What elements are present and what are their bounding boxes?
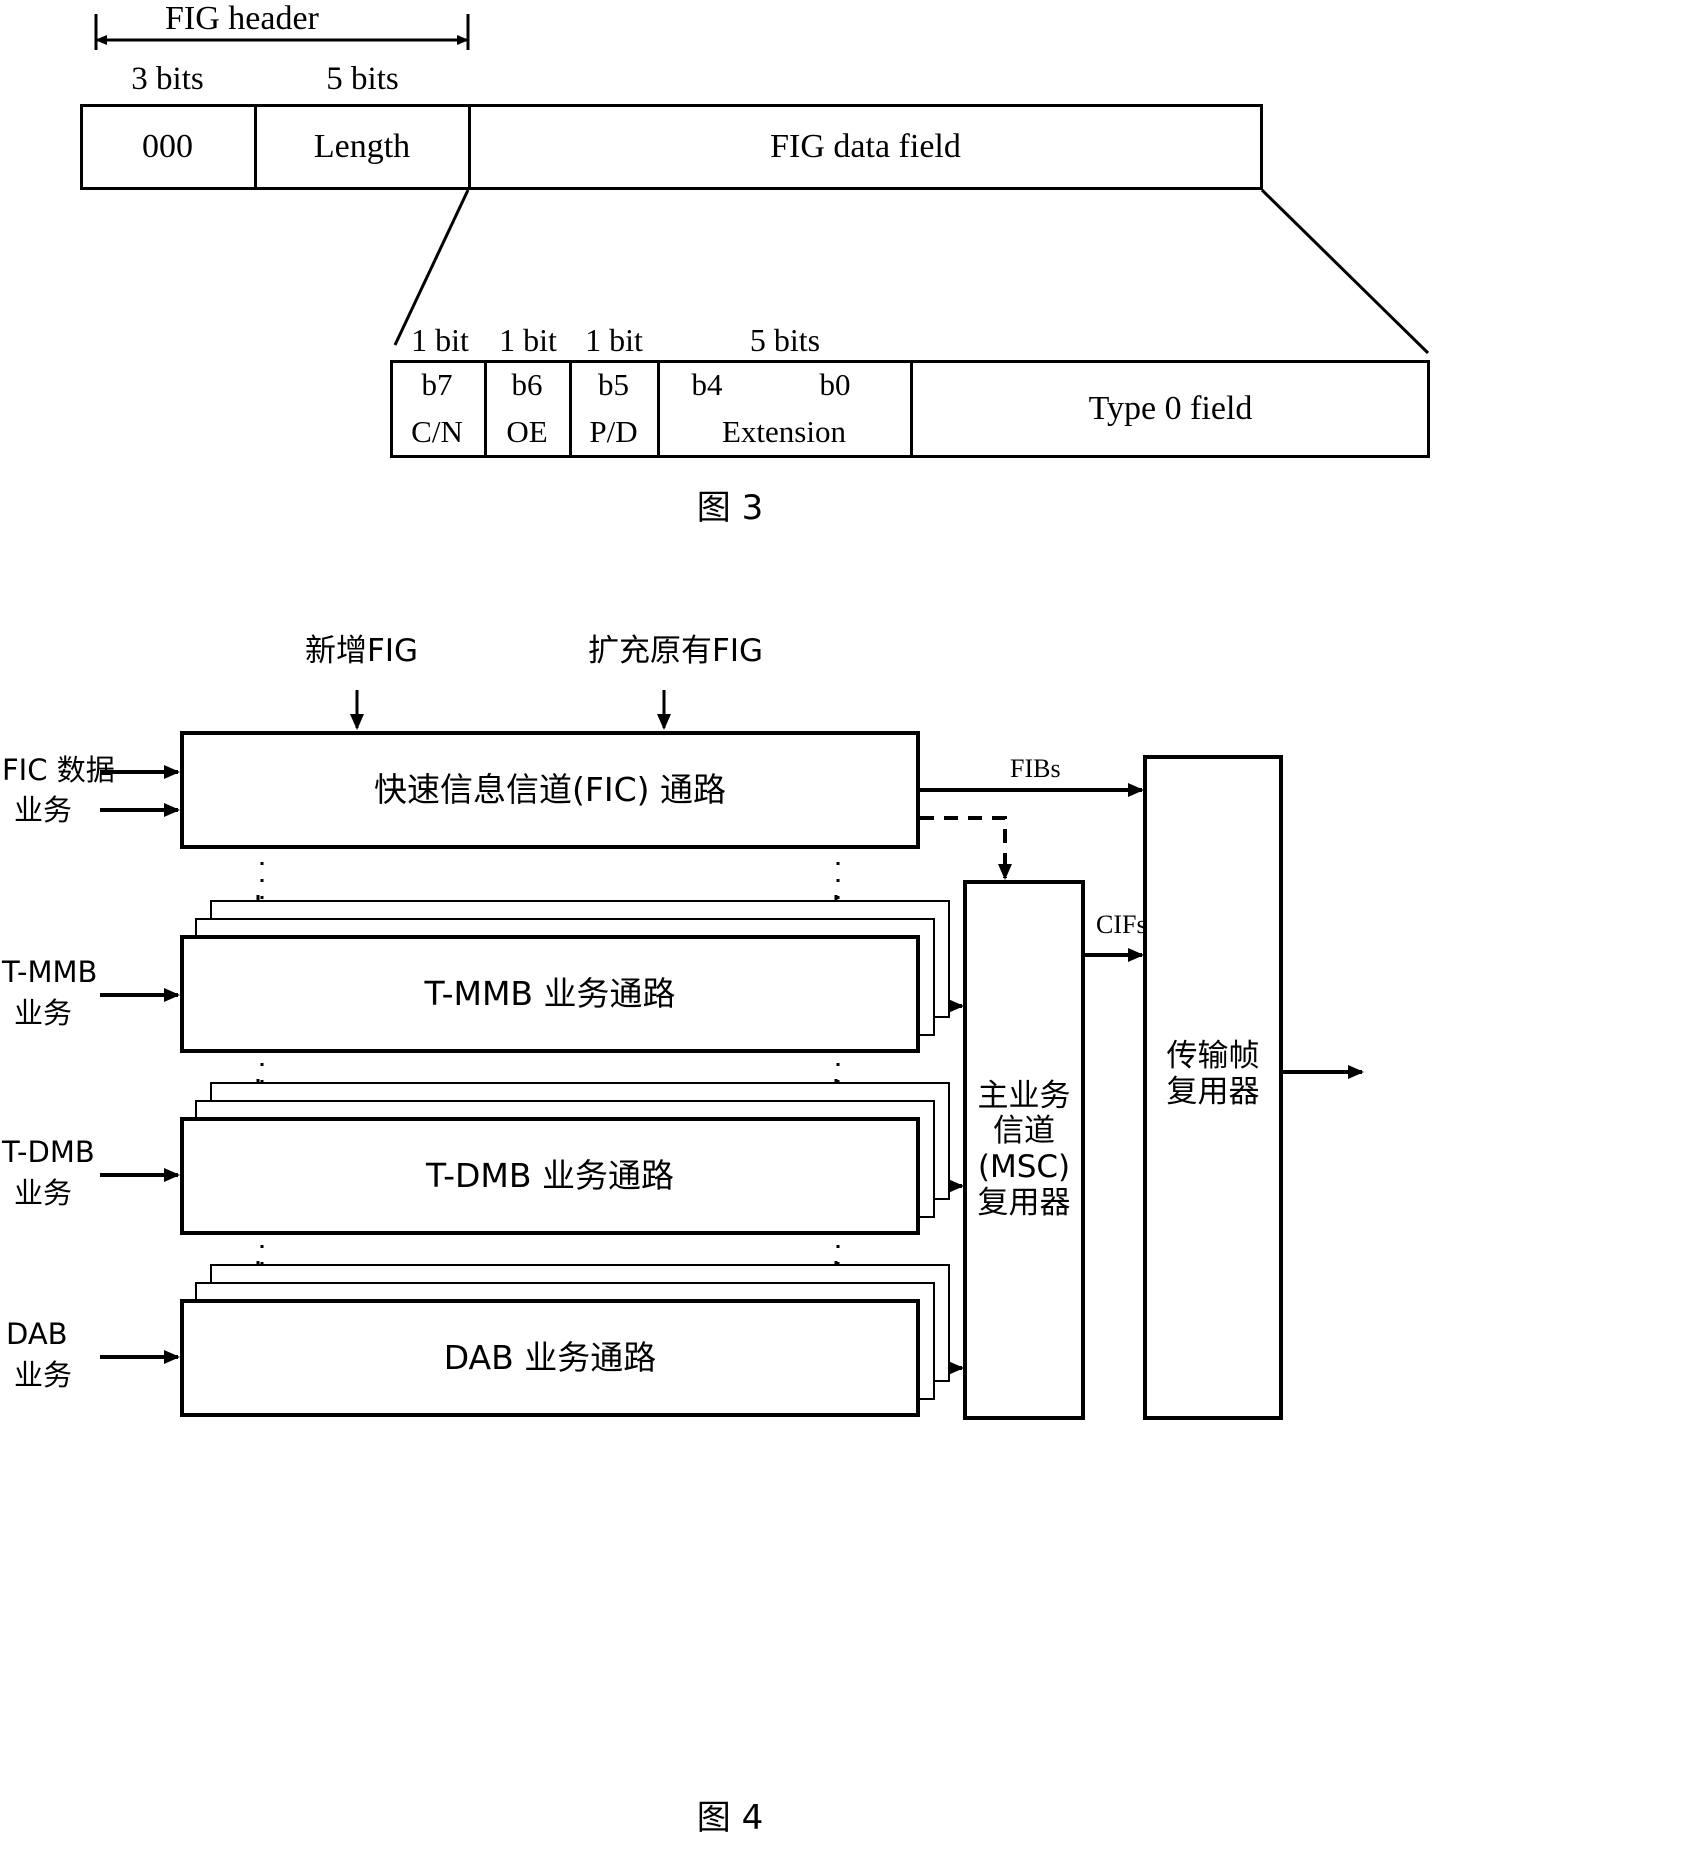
fig3-cell-data-field: FIG data field (770, 128, 961, 166)
fig4-annotation-extend-fig: 扩充原有FIG (588, 633, 763, 669)
fig4-input-label-dab-line1: DAB (6, 1317, 68, 1351)
fig3-exp-bitlabel-0: 1 bit (411, 321, 469, 358)
fig4-input-label-dab-line2: 业务 (14, 1358, 73, 1392)
fig3-cell-length: Length (313, 128, 411, 166)
fig4-input-label-fic-line2: 业务 (14, 793, 73, 827)
fig4-path-label-tdmb: T-DMB 业务通路 (425, 1156, 675, 1196)
fig-header-title: FIG header (165, 0, 319, 37)
fig4-signal-label-fibs: FIBs (1010, 754, 1061, 783)
fig3-exp-type0-field: Type 0 field (1088, 390, 1253, 428)
fig3-exp-bitlabel-3: 5 bits (749, 321, 821, 358)
fig4-msc-line-1: 信道 (993, 1113, 1055, 1150)
fig3-exp-bitlabel-1: 1 bit (499, 321, 557, 358)
fig3-exp-name-pd: P/D (589, 414, 638, 450)
fig3-exp-name-cn: C/N (411, 414, 463, 450)
figure-3-caption: 图 3 (696, 488, 764, 528)
fig4-msc-line-3: 复用器 (977, 1184, 1071, 1221)
fig3-exp-bit-b5: b5 (598, 367, 629, 403)
fig4-path-label-tmmb: T-MMB 业务通路 (424, 974, 676, 1014)
fig4-input-label-tdmb-line2: 业务 (14, 1176, 73, 1210)
fig3-bits-label-0: 3 bits (131, 61, 204, 98)
fig3-exp-bit-b6: b6 (511, 367, 543, 403)
fig3-exp-bit-b7: b7 (421, 367, 453, 403)
fig3-exp-bit-b4: b4 (691, 367, 723, 403)
fig4-path-label-fic: 快速信息信道(FIC) 通路 (374, 770, 726, 810)
fig3-bits-label-1: 5 bits (326, 61, 399, 98)
fig4-msc-line-0: 主业务 (977, 1077, 1071, 1114)
fig4-path-label-dab: DAB 业务通路 (443, 1338, 657, 1378)
fig4-input-label-tdmb-line1: T-DMB (2, 1135, 95, 1169)
fig3-cell-000: 000 (142, 128, 193, 166)
fig4-input-label-tmmb-line1: T-MMB (2, 955, 98, 989)
fig4-frame-line-1: 复用器 (1166, 1074, 1260, 1110)
fig3-exp-bitlabel-2: 1 bit (585, 321, 643, 358)
fig4-msc-line-2: (MSC) (977, 1149, 1071, 1185)
fig3-exp-name-extension: Extension (722, 414, 846, 450)
fig4-input-label-fic-line1: FIC 数据 (2, 753, 115, 787)
fig4-frame-multiplexer-label: 传输帧 复用器 (1143, 1015, 1283, 1135)
fig4-input-label-tmmb-line2: 业务 (14, 996, 73, 1030)
fig4-msc-multiplexer-label: 主业务 信道 (MSC) 复用器 (963, 1020, 1085, 1280)
figure-sheet-page: FIG header 3 bits 5 bits 000 Length FIG … (0, 0, 1701, 1859)
fig3-exp-bit-b0: b0 (819, 367, 851, 403)
figure-4-caption: 图 4 (696, 1798, 764, 1838)
fig4-frame-line-0: 传输帧 (1166, 1038, 1260, 1075)
fig4-annotation-new-fig: 新增FIG (305, 633, 418, 669)
fig3-exp-name-oe: OE (506, 414, 548, 450)
fig4-signal-label-cifs: CIFs (1096, 910, 1147, 939)
